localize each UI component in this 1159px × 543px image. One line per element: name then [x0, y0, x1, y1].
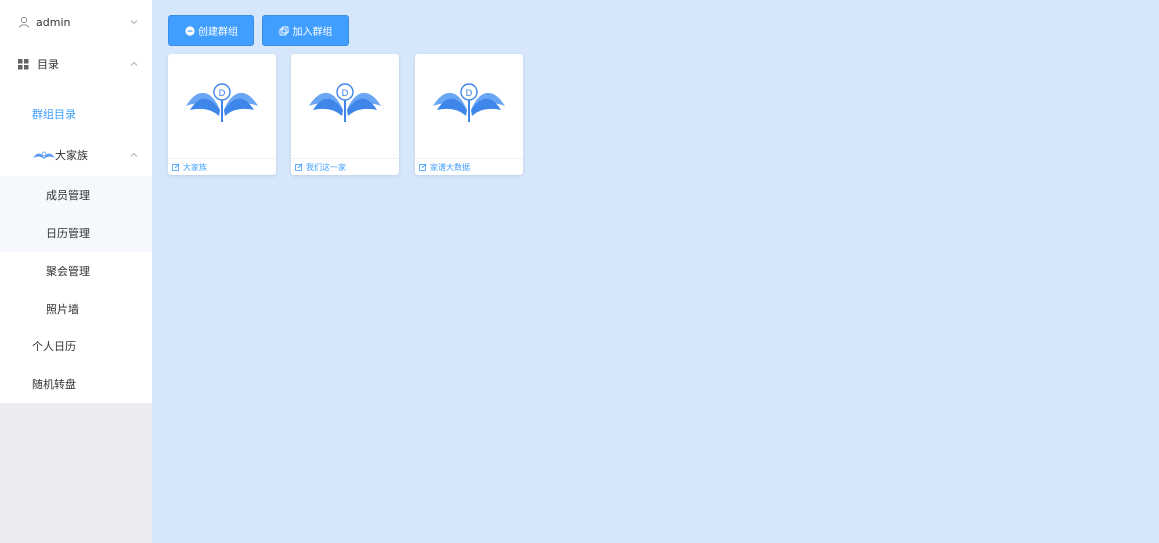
group-card-footer: 家谱大数据 [415, 158, 523, 175]
sidebar-item-random-wheel-label: 随机转盘 [32, 378, 76, 391]
sidebar-item-catalog[interactable]: 目录 [0, 46, 152, 82]
svg-text:D: D [219, 89, 226, 99]
svg-text:D: D [342, 89, 349, 99]
user-icon [18, 16, 30, 28]
join-group-button[interactable]: 加入群组 [262, 15, 349, 46]
svg-text:D: D [466, 89, 473, 99]
chevron-up-icon [130, 151, 138, 160]
sidebar-item-personal-calendar[interactable]: 个人日历 [0, 328, 152, 364]
winged-logo-icon [33, 150, 55, 160]
sidebar-item-photo-wall[interactable]: 照片墙 [0, 290, 152, 328]
sidebar-item-label: 照片墙 [46, 303, 79, 316]
edit-icon[interactable] [295, 163, 303, 171]
sidebar-item-party-management[interactable]: 聚会管理 [0, 252, 152, 290]
copy-icon [279, 25, 290, 36]
sidebar-item-calendar-management[interactable]: 日历管理 [0, 214, 152, 252]
chevron-down-icon [130, 18, 138, 27]
sidebar-item-family[interactable]: 大家族 [0, 136, 152, 174]
sidebar-item-catalog-label: 目录 [37, 58, 59, 71]
sidebar-menu: admin 目录 群组目录 大家族 成员管理 日历管理 聚会管理 照片墙 个人日… [0, 0, 152, 403]
grid-icon [18, 59, 29, 70]
group-card-footer: 大家族 [168, 158, 276, 175]
main-content: 创建群组 加入群组 D 大家族 D 我们这一家 D 家谱大数据 [152, 0, 1159, 543]
chevron-up-icon [130, 60, 138, 69]
sidebar-item-member-management[interactable]: 成员管理 [0, 176, 152, 214]
join-group-label: 加入群组 [292, 27, 333, 38]
plus-circle-icon [184, 25, 195, 36]
sidebar-item-random-wheel[interactable]: 随机转盘 [0, 366, 152, 402]
winged-logo-icon: D [429, 76, 509, 128]
group-name: 大家族 [183, 162, 207, 172]
group-card[interactable]: D 大家族 [168, 54, 276, 175]
winged-logo-icon: D [182, 76, 262, 128]
user-menu[interactable]: admin [0, 4, 152, 40]
sidebar-item-group-catalog[interactable]: 群组目录 [0, 96, 152, 132]
sidebar-item-label: 聚会管理 [46, 265, 90, 278]
create-group-label: 创建群组 [198, 27, 238, 38]
sidebar-item-label: 成员管理 [46, 189, 90, 202]
group-card[interactable]: D 我们这一家 [291, 54, 399, 175]
group-card-footer: 我们这一家 [291, 158, 399, 175]
sidebar: admin 目录 群组目录 大家族 成员管理 日历管理 聚会管理 照片墙 个人日… [0, 0, 152, 543]
group-name: 家谱大数据 [430, 162, 470, 172]
group-name: 我们这一家 [306, 162, 346, 172]
sidebar-item-label: 日历管理 [46, 227, 90, 240]
winged-logo-icon: D [305, 76, 385, 128]
edit-icon[interactable] [172, 163, 180, 171]
sidebar-item-family-label: 大家族 [55, 149, 88, 162]
user-name: admin [36, 15, 71, 29]
create-group-button[interactable]: 创建群组 [168, 15, 254, 46]
sidebar-item-personal-calendar-label: 个人日历 [32, 340, 76, 353]
sidebar-item-group-catalog-label: 群组目录 [32, 108, 76, 121]
edit-icon[interactable] [419, 163, 427, 171]
group-card[interactable]: D 家谱大数据 [415, 54, 523, 175]
